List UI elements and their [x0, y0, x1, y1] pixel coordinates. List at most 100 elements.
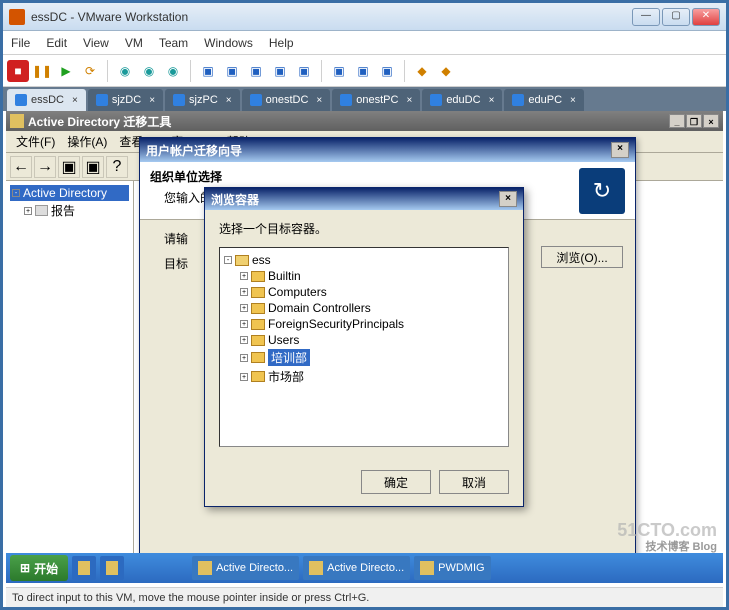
vmware-status-text: To direct input to this VM, move the mou…: [12, 592, 369, 604]
vm-tab-edupc[interactable]: eduPC×: [504, 89, 583, 111]
ad-tool-icon-2[interactable]: ▣: [82, 156, 104, 178]
ad-tree-child-label: 报告: [51, 202, 75, 219]
browser-cancel-button[interactable]: 取消: [439, 470, 509, 494]
expand-icon[interactable]: +: [240, 373, 248, 381]
menu-help[interactable]: Help: [269, 36, 294, 50]
quicklaunch-item[interactable]: [100, 556, 124, 580]
vm-tab-onestpc[interactable]: onestPC×: [332, 89, 420, 111]
browser-ok-button[interactable]: 确定: [361, 470, 431, 494]
wizard-browse-button[interactable]: 浏览(O)...: [541, 246, 623, 268]
task-label: Active Directo...: [327, 562, 404, 574]
wizard-banner-icon: ↻: [579, 168, 625, 214]
taskbar-item-ad2[interactable]: Active Directo...: [303, 556, 410, 580]
menu-windows[interactable]: Windows: [204, 36, 253, 50]
expand-icon[interactable]: +: [240, 272, 248, 280]
tab-close-icon[interactable]: ×: [226, 95, 232, 106]
tree-node-builtin[interactable]: +Builtin: [224, 268, 504, 284]
menu-team[interactable]: Team: [159, 36, 188, 50]
tree-node-computers[interactable]: +Computers: [224, 284, 504, 300]
misc-icon-1[interactable]: ◆: [411, 60, 433, 82]
expand-icon[interactable]: +: [240, 304, 248, 312]
vm-tab-bar: essDC× sjzDC× sjzPC× onestDC × onestPC× e…: [3, 87, 726, 111]
view-icon-2[interactable]: ▣: [221, 60, 243, 82]
vm-tab-edudc[interactable]: eduDC×: [422, 89, 502, 111]
tree-node-dc[interactable]: + Domain Controllers: [224, 300, 504, 316]
folder-icon: [251, 271, 265, 282]
close-button[interactable]: ✕: [692, 8, 720, 26]
ad-tree-reports[interactable]: + 报告: [10, 201, 129, 220]
tab-close-icon[interactable]: ×: [149, 95, 155, 106]
wizard-close-button[interactable]: ×: [611, 142, 629, 158]
tree-node-marketing[interactable]: +市场部: [224, 367, 504, 386]
view-icon-5[interactable]: ▣: [293, 60, 315, 82]
browser-buttons: 确定 取消: [361, 470, 509, 494]
pause-vm-icon[interactable]: ❚❚: [31, 60, 53, 82]
tree-node-users[interactable]: +Users: [224, 332, 504, 348]
minimize-button[interactable]: —: [632, 8, 660, 26]
fullscreen-icon[interactable]: ▣: [328, 60, 350, 82]
expand-icon[interactable]: +: [24, 207, 32, 215]
view-icon-3[interactable]: ▣: [245, 60, 267, 82]
tree-node-fsp[interactable]: +ForeignSecurityPrincipals: [224, 316, 504, 332]
ad-tree-root[interactable]: - Active Directory: [10, 185, 129, 201]
tab-close-icon[interactable]: ×: [489, 95, 495, 106]
ad-close-button[interactable]: ×: [703, 114, 719, 128]
vm-tab-icon: [15, 94, 27, 106]
menu-edit[interactable]: Edit: [46, 36, 67, 50]
ad-menu-file[interactable]: 文件(F): [12, 133, 59, 150]
tab-close-icon[interactable]: ×: [316, 95, 322, 106]
browser-close-button[interactable]: ×: [499, 191, 517, 207]
vm-tab-essdc[interactable]: essDC×: [7, 89, 86, 111]
vm-tab-onestdc[interactable]: onestDC ×: [242, 89, 331, 111]
reset-vm-icon[interactable]: ⟳: [79, 60, 101, 82]
misc-icon-2[interactable]: ◆: [435, 60, 457, 82]
collapse-icon[interactable]: -: [12, 189, 20, 197]
expand-icon[interactable]: +: [240, 320, 248, 328]
ad-menu-action[interactable]: 操作(A): [63, 133, 111, 150]
vm-tab-sjzpc[interactable]: sjzPC×: [165, 89, 240, 111]
ad-tool-title: Active Directory 迁移工具: [28, 113, 171, 130]
task-label: PWDMIG: [438, 562, 484, 574]
ou-icon: [251, 371, 265, 382]
start-icon: ⊞: [20, 561, 30, 575]
menu-file[interactable]: File: [11, 36, 30, 50]
ad-maximize-button[interactable]: ❐: [686, 114, 702, 128]
expand-icon[interactable]: +: [240, 336, 248, 344]
tab-close-icon[interactable]: ×: [72, 95, 78, 106]
view-icon-4[interactable]: ▣: [269, 60, 291, 82]
play-vm-icon[interactable]: ▶: [55, 60, 77, 82]
tree-node-label: Domain Controllers: [268, 301, 371, 315]
browser-tree[interactable]: - ess +Builtin +Computers + Domain Contro…: [219, 247, 509, 447]
snapshot-icon[interactable]: ◉: [114, 60, 136, 82]
vmware-toolbar: ■ ❚❚ ▶ ⟳ ◉ ◉ ◉ ▣ ▣ ▣ ▣ ▣ ▣ ▣ ▣ ◆ ◆: [3, 55, 726, 87]
taskbar-item-ad1[interactable]: Active Directo...: [192, 556, 299, 580]
tab-close-icon[interactable]: ×: [406, 95, 412, 106]
revert-icon[interactable]: ◉: [138, 60, 160, 82]
vmware-title: essDC - VMware Workstation: [31, 10, 626, 24]
ad-tool-icon-1[interactable]: ▣: [58, 156, 80, 178]
quicklaunch-item[interactable]: [72, 556, 96, 580]
manage-snapshot-icon[interactable]: ◉: [162, 60, 184, 82]
view-icon-1[interactable]: ▣: [197, 60, 219, 82]
ad-forward-icon[interactable]: →: [34, 156, 56, 178]
expand-icon[interactable]: +: [240, 288, 248, 296]
task-icon: [198, 561, 212, 575]
ad-minimize-button[interactable]: _: [669, 114, 685, 128]
unity-icon[interactable]: ▣: [352, 60, 374, 82]
start-button[interactable]: ⊞ 开始: [10, 555, 68, 581]
tab-close-icon[interactable]: ×: [570, 95, 576, 106]
ad-help-icon[interactable]: ?: [106, 156, 128, 178]
quickswitch-icon[interactable]: ▣: [376, 60, 398, 82]
vm-tab-sjzdc[interactable]: sjzDC×: [88, 89, 163, 111]
menu-vm[interactable]: VM: [125, 36, 143, 50]
tree-root-ess[interactable]: - ess: [224, 252, 504, 268]
tree-node-training[interactable]: +培训部: [224, 348, 504, 367]
maximize-button[interactable]: ▢: [662, 8, 690, 26]
menu-view[interactable]: View: [83, 36, 109, 50]
vm-tab-label: onestDC: [266, 94, 309, 106]
stop-vm-icon[interactable]: ■: [7, 60, 29, 82]
ad-back-icon[interactable]: ←: [10, 156, 32, 178]
collapse-icon[interactable]: -: [224, 256, 232, 264]
taskbar-item-pwdmig[interactable]: PWDMIG: [414, 556, 490, 580]
expand-icon[interactable]: +: [240, 354, 248, 362]
